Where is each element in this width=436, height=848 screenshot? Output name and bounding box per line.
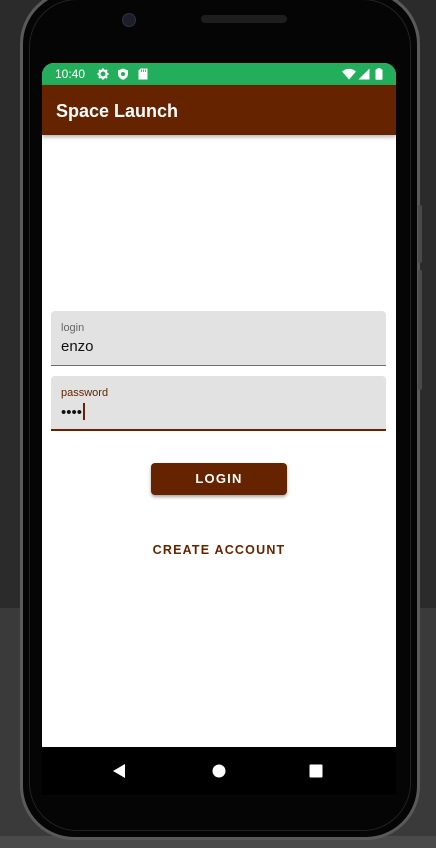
password-field-label: password (61, 387, 109, 399)
app-bar: Space Launch (42, 85, 396, 135)
home-icon[interactable] (209, 761, 229, 781)
battery-icon (375, 68, 383, 80)
login-input[interactable]: enzo (61, 338, 94, 355)
back-icon[interactable] (110, 761, 130, 781)
recents-icon[interactable] (306, 761, 326, 781)
wifi-icon (342, 68, 356, 80)
login-field[interactable]: login enzo (51, 311, 386, 366)
shield-icon (118, 68, 128, 80)
text-cursor (83, 403, 86, 420)
login-field-label: login (61, 322, 85, 334)
earpiece-speaker (201, 15, 287, 23)
password-input[interactable]: •••• (61, 403, 86, 421)
status-bar: 10:40 (42, 63, 396, 85)
signal-icon (358, 68, 370, 80)
camera-icon (122, 13, 136, 27)
sd-card-icon (138, 68, 148, 80)
power-button[interactable] (418, 205, 422, 263)
create-account-button[interactable]: CREATE ACCOUNT (138, 536, 300, 564)
gear-icon (97, 68, 109, 80)
app-title: Space Launch (56, 101, 179, 121)
device-screen: 10:40 Space Launch login enzo password •… (42, 63, 396, 747)
navigation-bar (42, 747, 396, 795)
password-masked-text: •••• (61, 404, 83, 421)
password-field[interactable]: password •••• (51, 376, 386, 431)
login-button[interactable]: LOGIN (151, 463, 287, 495)
volume-rocker[interactable] (418, 270, 422, 390)
status-time: 10:40 (55, 67, 86, 81)
